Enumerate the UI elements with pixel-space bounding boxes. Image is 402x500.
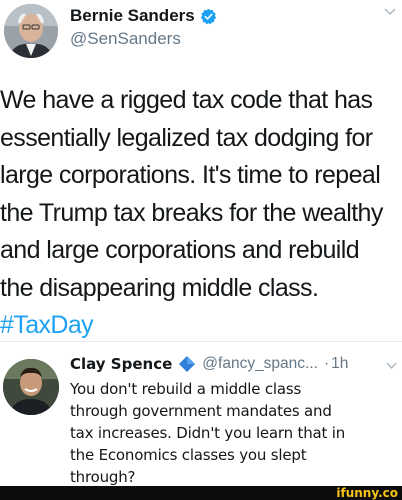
avatar[interactable]	[4, 4, 58, 58]
watermark-text: ifunny.co	[336, 486, 398, 500]
watermark-bar: ifunny.co	[0, 486, 402, 500]
reply-text-line: tax increases. Didn't you learn that in	[70, 424, 346, 442]
tweet-text-line: essentially legalized tax dodging for	[0, 123, 373, 152]
reply-text-line: through?	[70, 468, 136, 486]
reply-tweet: Clay Spence @fancy_spanc... · 1h You don…	[0, 342, 402, 488]
avatar-image	[4, 4, 58, 58]
reply-handle[interactable]: @fancy_spanc...	[202, 355, 318, 373]
display-name[interactable]: Bernie Sanders	[70, 6, 195, 26]
reply-text-line: You don't rebuild a middle class	[70, 380, 302, 398]
main-tweet: Bernie Sanders @SenSanders We have a rig…	[0, 0, 402, 339]
chevron-down-icon[interactable]	[384, 8, 396, 16]
tweet-text-line: the disappearing middle class.	[0, 273, 319, 302]
hashtag-link[interactable]: #TaxDay	[0, 307, 400, 345]
tweet-text-line: We have a rigged tax code that has	[0, 86, 373, 114]
tweet-text: We have a rigged tax code that has essen…	[0, 82, 400, 345]
reply-text-line: the Economics classes you slept	[70, 446, 307, 464]
timestamp[interactable]: 1h	[331, 355, 348, 373]
reply-display-name[interactable]: Clay Spence	[70, 355, 172, 373]
tweet-text-line: large corporations. It's time to repeal	[0, 161, 381, 189]
reply-avatar[interactable]	[3, 359, 59, 415]
tweet-text-line: and large corporations and rebuild	[0, 236, 360, 264]
verified-badge-icon	[200, 8, 216, 24]
separator-dot: ·	[323, 355, 330, 372]
handle[interactable]: @SenSanders	[70, 29, 181, 49]
avatar-image	[3, 359, 59, 415]
reply-text: You don't rebuild a middle class through…	[70, 378, 400, 488]
chevron-down-icon[interactable]	[386, 362, 397, 370]
reply-text-line: through government mandates and	[70, 402, 332, 420]
tweet-text-line: the Trump tax breaks for the wealthy	[0, 198, 383, 227]
blue-diamond-icon	[179, 356, 196, 372]
